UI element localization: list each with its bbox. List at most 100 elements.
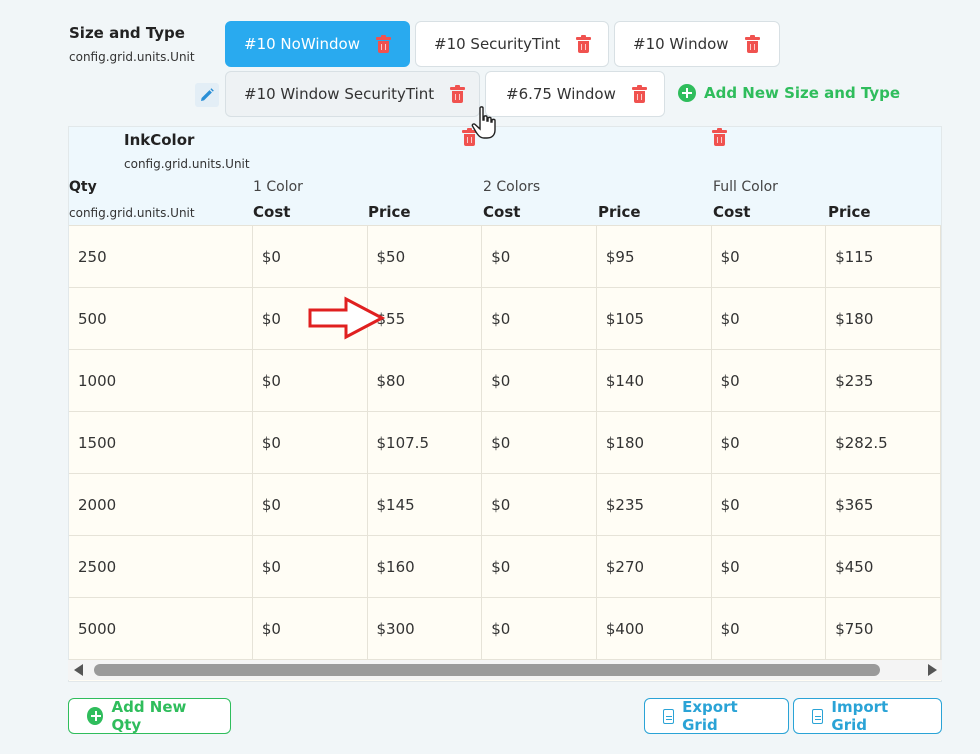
- grid-header: InkColor config.grid.units.Unit Qty conf…: [69, 127, 941, 225]
- trash-icon[interactable]: [450, 84, 466, 103]
- cost-cell[interactable]: $0: [711, 411, 827, 474]
- chip-label: #10 Window: [633, 35, 729, 53]
- cost-cell[interactable]: $0: [481, 225, 597, 288]
- cost-cell[interactable]: $0: [711, 287, 827, 350]
- cost-cell[interactable]: $0: [481, 597, 597, 660]
- price-cell[interactable]: $270: [596, 535, 712, 598]
- add-size-type-button[interactable]: Add New Size and Type: [678, 84, 900, 102]
- price-cell[interactable]: $50: [367, 225, 483, 288]
- import-grid-button[interactable]: Import Grid: [793, 698, 942, 734]
- price-cell[interactable]: $105: [596, 287, 712, 350]
- cost-cell[interactable]: $0: [481, 535, 597, 598]
- trash-icon[interactable]: [576, 34, 592, 53]
- qty-cell[interactable]: 5000: [69, 597, 253, 660]
- cost-cell[interactable]: $0: [252, 473, 368, 536]
- qty-subtitle: config.grid.units.Unit: [69, 206, 195, 220]
- export-grid-button[interactable]: Export Grid: [644, 698, 789, 734]
- export-grid-label: Export Grid: [682, 698, 738, 734]
- chip-10-nowindow[interactable]: #10 NoWindow: [225, 21, 410, 67]
- price-cell[interactable]: $180: [825, 287, 941, 350]
- price-cell[interactable]: $80: [367, 349, 483, 412]
- qty-cell[interactable]: 1000: [69, 349, 253, 412]
- table-row: 5000 $0 $300 $0 $400 $0 $750: [69, 597, 941, 660]
- price-cell[interactable]: $115: [825, 225, 941, 288]
- table-row: 250 $0 $50 $0 $95 $0 $115: [69, 225, 941, 288]
- cost-cell[interactable]: $0: [711, 225, 827, 288]
- annotation-arrow-icon: [308, 296, 386, 340]
- chip-10-window-securitytint[interactable]: #10 Window SecurityTint: [225, 71, 480, 117]
- ink-color-title: InkColor: [124, 131, 195, 149]
- cost-cell[interactable]: $0: [481, 349, 597, 412]
- cost-cell[interactable]: $0: [252, 535, 368, 598]
- price-cell[interactable]: $235: [596, 473, 712, 536]
- import-grid-label: Import Grid: [831, 698, 889, 734]
- price-cell[interactable]: $300: [367, 597, 483, 660]
- price-cell[interactable]: $180: [596, 411, 712, 474]
- cost-header: Cost: [253, 203, 291, 221]
- cost-cell[interactable]: $0: [252, 411, 368, 474]
- scroll-right-arrow-icon[interactable]: [928, 664, 937, 676]
- document-icon: [663, 708, 675, 724]
- price-cell[interactable]: $107.5: [367, 411, 483, 474]
- group-header: 2 Colors: [483, 179, 541, 195]
- cost-cell[interactable]: $0: [252, 225, 368, 288]
- price-header: Price: [368, 203, 411, 221]
- cost-cell[interactable]: $0: [481, 287, 597, 350]
- cost-cell[interactable]: $0: [481, 473, 597, 536]
- chip-6-75-window[interactable]: #6.75 Window: [485, 71, 665, 117]
- price-cell[interactable]: $95: [596, 225, 712, 288]
- chip-label: #10 Window SecurityTint: [244, 85, 435, 103]
- qty-cell[interactable]: 2500: [69, 535, 253, 598]
- group-header: 1 Color: [253, 179, 303, 195]
- price-header: Price: [598, 203, 641, 221]
- price-cell[interactable]: $140: [596, 349, 712, 412]
- chip-10-securitytint[interactable]: #10 SecurityTint: [415, 21, 609, 67]
- chip-label: #10 SecurityTint: [434, 35, 561, 53]
- plus-circle-icon: [87, 707, 104, 725]
- plus-circle-icon: [678, 84, 696, 102]
- table-row: 1500 $0 $107.5 $0 $180 $0 $282.5: [69, 411, 941, 474]
- price-cell[interactable]: $450: [825, 535, 941, 598]
- cost-cell[interactable]: $0: [711, 597, 827, 660]
- chip-label: #6.75 Window: [506, 85, 616, 103]
- price-cell[interactable]: $750: [825, 597, 941, 660]
- price-cell[interactable]: $160: [367, 535, 483, 598]
- trash-icon[interactable]: [712, 128, 728, 146]
- price-header: Price: [828, 203, 871, 221]
- cost-cell[interactable]: $0: [252, 597, 368, 660]
- cost-cell[interactable]: $0: [711, 535, 827, 598]
- scroll-left-arrow-icon[interactable]: [74, 664, 83, 676]
- price-cell[interactable]: $145: [367, 473, 483, 536]
- cost-header: Cost: [713, 203, 751, 221]
- trash-icon[interactable]: [375, 34, 391, 53]
- price-table: 250 $0 $50 $0 $95 $0 $115 500 $0 $55 $0 $105 $0 $180 1…: [69, 225, 941, 660]
- qty-cell[interactable]: 250: [69, 225, 253, 288]
- cost-cell[interactable]: $0: [481, 411, 597, 474]
- cost-cell[interactable]: $0: [711, 349, 827, 412]
- qty-cell[interactable]: 500: [69, 287, 253, 350]
- trash-icon[interactable]: [744, 34, 760, 53]
- price-cell[interactable]: $235: [825, 349, 941, 412]
- price-grid: InkColor config.grid.units.Unit Qty conf…: [68, 126, 942, 682]
- table-row: 2500 $0 $160 $0 $270 $0 $450: [69, 535, 941, 598]
- cost-header: Cost: [483, 203, 521, 221]
- qty-cell[interactable]: 2000: [69, 473, 253, 536]
- price-cell[interactable]: $282.5: [825, 411, 941, 474]
- cost-cell[interactable]: $0: [711, 473, 827, 536]
- price-cell[interactable]: $400: [596, 597, 712, 660]
- chip-10-window[interactable]: #10 Window: [614, 21, 780, 67]
- group-header: Full Color: [713, 179, 778, 195]
- table-row: 500 $0 $55 $0 $105 $0 $180: [69, 287, 941, 350]
- qty-cell[interactable]: 1500: [69, 411, 253, 474]
- edit-pencil-icon[interactable]: [195, 83, 219, 107]
- scrollbar-thumb[interactable]: [94, 664, 880, 676]
- add-qty-label: Add New Qty: [111, 698, 187, 734]
- horizontal-scrollbar[interactable]: [68, 660, 942, 680]
- table-row: 1000 $0 $80 $0 $140 $0 $235: [69, 349, 941, 412]
- price-cell[interactable]: $365: [825, 473, 941, 536]
- add-qty-button[interactable]: Add New Qty: [68, 698, 231, 734]
- trash-icon[interactable]: [631, 84, 647, 103]
- ink-color-subtitle: config.grid.units.Unit: [124, 157, 250, 171]
- add-size-type-label: Add New Size and Type: [704, 84, 901, 102]
- cost-cell[interactable]: $0: [252, 349, 368, 412]
